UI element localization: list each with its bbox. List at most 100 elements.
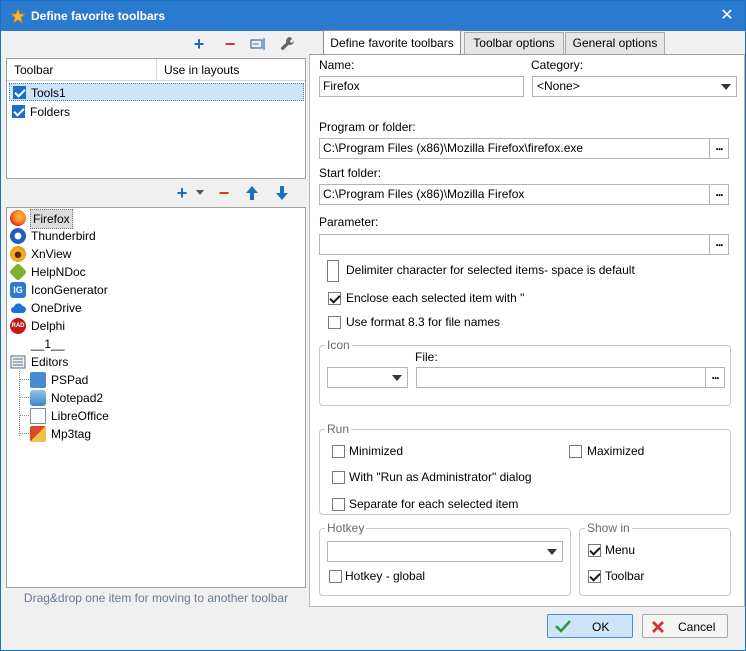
icon-file-input[interactable]: [416, 367, 707, 388]
category-select[interactable]: <None>: [532, 76, 737, 97]
toolbar-row-folders[interactable]: Folders: [9, 103, 304, 121]
start-folder-browse-button[interactable]: ...: [709, 184, 729, 205]
hotkey-select[interactable]: [327, 541, 563, 562]
show-in-menu-checkbox[interactable]: [588, 544, 601, 557]
tab-general-options[interactable]: General options: [565, 32, 665, 54]
pspad-icon: [30, 372, 46, 388]
add-item-dropdown-icon[interactable]: [196, 190, 204, 195]
firefox-icon: [10, 210, 26, 226]
column-use-in-layouts[interactable]: Use in layouts: [157, 59, 305, 81]
hotkey-group-title: Hotkey: [325, 521, 367, 535]
wrench-icon[interactable]: [279, 36, 295, 52]
parameter-input[interactable]: [319, 234, 711, 255]
close-icon[interactable]: ✕: [715, 6, 739, 26]
format83-checkbox[interactable]: [328, 316, 341, 329]
hotkey-global-checkbox[interactable]: [329, 570, 342, 583]
file-label: File:: [415, 350, 438, 364]
toolbar-checkbox[interactable]: [13, 86, 26, 99]
title-bar: Define favorite toolbars ✕: [1, 1, 745, 31]
delimiter-input[interactable]: [327, 260, 339, 282]
checkmark-icon: [555, 620, 571, 633]
toolbar-checkbox[interactable]: [12, 105, 25, 118]
window-title: Define favorite toolbars: [31, 9, 166, 23]
move-up-icon[interactable]: [244, 185, 260, 201]
run-as-admin-checkbox[interactable]: [332, 471, 345, 484]
maximized-label: Maximized: [587, 444, 645, 458]
toolbar-label: Tools1: [31, 86, 66, 100]
show-in-group: Show in Menu Toolbar: [579, 521, 731, 596]
hotkey-global-label: Hotkey - global: [345, 569, 426, 583]
ok-label: OK: [592, 620, 610, 634]
toolbar-row-tools1[interactable]: Tools1: [9, 83, 304, 101]
libreoffice-icon: [30, 408, 46, 424]
category-label: Category:: [531, 58, 584, 72]
icon-group-title: Icon: [325, 338, 352, 352]
items-tree: Firefox Thunderbird XnView HelpNDoc IG I…: [6, 207, 306, 588]
remove-item-icon[interactable]: −: [214, 183, 234, 203]
maximized-checkbox[interactable]: [569, 445, 582, 458]
delphi-icon: RAD: [10, 318, 26, 334]
icon-index-select[interactable]: [327, 367, 408, 388]
column-toolbar[interactable]: Toolbar: [7, 59, 157, 81]
enclose-checkbox[interactable]: [328, 292, 341, 305]
onedrive-icon: [11, 303, 26, 313]
start-folder-label: Start folder:: [319, 166, 382, 180]
xnview-icon: [10, 246, 26, 262]
tree-line: [19, 371, 20, 436]
ok-button[interactable]: OK: [547, 614, 633, 638]
start-folder-input[interactable]: C:\Program Files (x86)\Mozilla Firefox: [319, 184, 711, 205]
tree-line: [19, 415, 29, 416]
editors-folder-icon: [10, 355, 26, 369]
tab-content: Name: Firefox Category: <None> Program o…: [309, 54, 745, 607]
icongenerator-icon: IG: [10, 282, 26, 298]
run-group-title: Run: [325, 422, 352, 436]
enclose-label: Enclose each selected item with ": [346, 291, 525, 305]
tree-line: [19, 433, 29, 434]
mp3tag-icon: [30, 426, 46, 442]
run-as-admin-label: With "Run as Administrator" dialog: [349, 470, 532, 484]
parameter-label: Parameter:: [319, 215, 379, 229]
add-item-icon[interactable]: +: [172, 183, 192, 203]
name-label: Name:: [319, 58, 355, 72]
chevron-down-icon: [721, 84, 731, 90]
cross-icon: [652, 621, 664, 633]
minimized-checkbox[interactable]: [332, 445, 345, 458]
tab-define-favorite-toolbars[interactable]: Define favorite toolbars: [323, 30, 461, 54]
minimized-label: Minimized: [349, 444, 404, 458]
notepad2-icon: [30, 390, 46, 406]
tree-line: [19, 397, 29, 398]
program-label: Program or folder:: [319, 120, 416, 134]
name-input[interactable]: Firefox: [319, 76, 524, 97]
tab-toolbar-options[interactable]: Toolbar options: [464, 32, 564, 54]
chevron-down-icon: [547, 549, 557, 555]
show-in-menu-label: Menu: [605, 543, 636, 557]
helpndoc-icon: [8, 262, 28, 282]
show-in-toolbar-checkbox[interactable]: [588, 570, 601, 583]
thunderbird-icon: [10, 228, 26, 244]
program-browse-button[interactable]: ...: [709, 138, 729, 159]
add-toolbar-icon[interactable]: +: [189, 34, 209, 54]
hotkey-group: Hotkey Hotkey - global: [319, 521, 571, 596]
dialog-window: Define favorite toolbars ✕ + − Toolbar U…: [0, 0, 746, 651]
parameter-browse-button[interactable]: ...: [709, 234, 729, 255]
star-icon: [10, 8, 26, 24]
rename-toolbar-icon[interactable]: [250, 37, 266, 51]
toolbar-label: Folders: [30, 105, 71, 119]
icon-group: Icon File: ...: [319, 338, 731, 406]
icon-file-browse-button[interactable]: ...: [705, 367, 725, 388]
move-down-icon[interactable]: [274, 185, 290, 201]
toolbar-list: Toolbar Use in layouts Tools1 Folders: [6, 58, 306, 179]
drag-drop-hint: Drag&drop one item for moving to another…: [23, 591, 289, 605]
program-input[interactable]: C:\Program Files (x86)\Mozilla Firefox\f…: [319, 138, 711, 159]
separate-checkbox[interactable]: [332, 498, 345, 511]
category-value: <None>: [537, 79, 580, 93]
show-in-group-title: Show in: [585, 521, 632, 535]
delimiter-label: Delimiter character for selected items- …: [346, 263, 635, 277]
remove-toolbar-icon[interactable]: −: [220, 34, 240, 54]
run-group: Run Minimized Maximized With "Run as Adm…: [319, 422, 731, 515]
format83-label: Use format 8.3 for file names: [346, 315, 501, 329]
chevron-down-icon: [392, 375, 402, 381]
tree-line: [19, 379, 29, 380]
cancel-label: Cancel: [678, 620, 716, 634]
cancel-button[interactable]: Cancel: [642, 614, 728, 638]
